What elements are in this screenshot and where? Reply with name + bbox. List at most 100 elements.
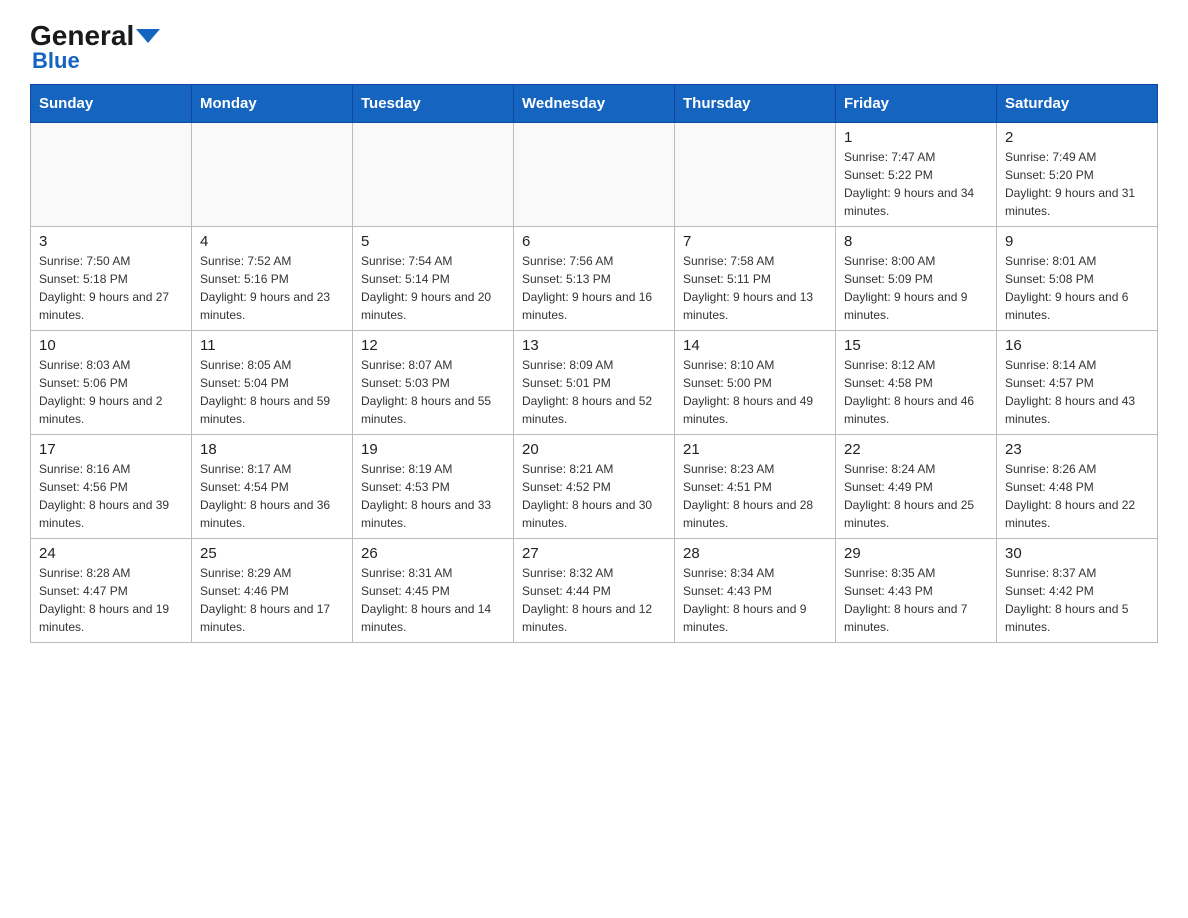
day-info: Sunrise: 8:12 AMSunset: 4:58 PMDaylight:…: [844, 356, 988, 428]
calendar-cell: [192, 123, 353, 227]
day-info: Sunrise: 8:32 AMSunset: 4:44 PMDaylight:…: [522, 564, 666, 636]
calendar-cell: 6 Sunrise: 7:56 AMSunset: 5:13 PMDaylight…: [514, 227, 675, 331]
day-number: 28: [683, 545, 827, 562]
calendar-cell: 24 Sunrise: 8:28 AMSunset: 4:47 PMDayligh…: [31, 539, 192, 643]
day-info: Sunrise: 8:01 AMSunset: 5:08 PMDaylight:…: [1005, 252, 1149, 324]
day-number: 15: [844, 337, 988, 354]
calendar-table: SundayMondayTuesdayWednesdayThursdayFrid…: [30, 84, 1158, 643]
day-info: Sunrise: 8:14 AMSunset: 4:57 PMDaylight:…: [1005, 356, 1149, 428]
day-number: 11: [200, 337, 344, 354]
calendar-cell: 17 Sunrise: 8:16 AMSunset: 4:56 PMDayligh…: [31, 435, 192, 539]
calendar-cell: 18 Sunrise: 8:17 AMSunset: 4:54 PMDayligh…: [192, 435, 353, 539]
day-info: Sunrise: 7:50 AMSunset: 5:18 PMDaylight:…: [39, 252, 183, 324]
day-info: Sunrise: 7:52 AMSunset: 5:16 PMDaylight:…: [200, 252, 344, 324]
day-header-thursday: Thursday: [675, 85, 836, 123]
calendar-cell: 29 Sunrise: 8:35 AMSunset: 4:43 PMDayligh…: [836, 539, 997, 643]
day-info: Sunrise: 8:03 AMSunset: 5:06 PMDaylight:…: [39, 356, 183, 428]
day-number: 22: [844, 441, 988, 458]
day-info: Sunrise: 8:26 AMSunset: 4:48 PMDaylight:…: [1005, 460, 1149, 532]
calendar-cell: 3 Sunrise: 7:50 AMSunset: 5:18 PMDaylight…: [31, 227, 192, 331]
day-number: 21: [683, 441, 827, 458]
day-info: Sunrise: 8:00 AMSunset: 5:09 PMDaylight:…: [844, 252, 988, 324]
day-info: Sunrise: 7:47 AMSunset: 5:22 PMDaylight:…: [844, 148, 988, 220]
logo-triangle-icon: [136, 29, 160, 43]
day-number: 13: [522, 337, 666, 354]
day-info: Sunrise: 8:35 AMSunset: 4:43 PMDaylight:…: [844, 564, 988, 636]
day-info: Sunrise: 8:34 AMSunset: 4:43 PMDaylight:…: [683, 564, 827, 636]
day-info: Sunrise: 8:05 AMSunset: 5:04 PMDaylight:…: [200, 356, 344, 428]
day-header-monday: Monday: [192, 85, 353, 123]
day-number: 27: [522, 545, 666, 562]
day-number: 18: [200, 441, 344, 458]
day-info: Sunrise: 8:24 AMSunset: 4:49 PMDaylight:…: [844, 460, 988, 532]
calendar-cell: 19Sunrise: 8:19 AMSunset: 4:53 PMDayligh…: [353, 435, 514, 539]
day-info: Sunrise: 8:28 AMSunset: 4:47 PMDaylight:…: [39, 564, 183, 636]
day-header-friday: Friday: [836, 85, 997, 123]
calendar-cell: 30 Sunrise: 8:37 AMSunset: 4:42 PMDayligh…: [997, 539, 1158, 643]
day-header-tuesday: Tuesday: [353, 85, 514, 123]
day-number: 17: [39, 441, 183, 458]
day-header-saturday: Saturday: [997, 85, 1158, 123]
day-info: Sunrise: 8:29 AMSunset: 4:46 PMDaylight:…: [200, 564, 344, 636]
page-header: General Blue: [30, 20, 1158, 74]
day-number: 6: [522, 233, 666, 250]
calendar-cell: 1 Sunrise: 7:47 AMSunset: 5:22 PMDaylight…: [836, 123, 997, 227]
day-number: 7: [683, 233, 827, 250]
day-number: 8: [844, 233, 988, 250]
day-number: 25: [200, 545, 344, 562]
calendar-cell: 5 Sunrise: 7:54 AMSunset: 5:14 PMDaylight…: [353, 227, 514, 331]
day-info: Sunrise: 8:17 AMSunset: 4:54 PMDaylight:…: [200, 460, 344, 532]
day-info: Sunrise: 8:16 AMSunset: 4:56 PMDaylight:…: [39, 460, 183, 532]
calendar-cell: [514, 123, 675, 227]
calendar-cell: 10 Sunrise: 8:03 AMSunset: 5:06 PMDayligh…: [31, 331, 192, 435]
day-number: 29: [844, 545, 988, 562]
day-info: Sunrise: 8:09 AMSunset: 5:01 PMDaylight:…: [522, 356, 666, 428]
day-number: 10: [39, 337, 183, 354]
day-number: 30: [1005, 545, 1149, 562]
calendar-cell: 2Sunrise: 7:49 AMSunset: 5:20 PMDaylight…: [997, 123, 1158, 227]
calendar-cell: 9 Sunrise: 8:01 AMSunset: 5:08 PMDaylight…: [997, 227, 1158, 331]
day-number: 4: [200, 233, 344, 250]
day-info: Sunrise: 8:37 AMSunset: 4:42 PMDaylight:…: [1005, 564, 1149, 636]
day-info: Sunrise: 8:23 AMSunset: 4:51 PMDaylight:…: [683, 460, 827, 532]
day-info: Sunrise: 7:54 AMSunset: 5:14 PMDaylight:…: [361, 252, 505, 324]
calendar-cell: 13 Sunrise: 8:09 AMSunset: 5:01 PMDayligh…: [514, 331, 675, 435]
week-row-3: 10 Sunrise: 8:03 AMSunset: 5:06 PMDayligh…: [31, 331, 1158, 435]
day-number: 9: [1005, 233, 1149, 250]
day-info: Sunrise: 8:07 AMSunset: 5:03 PMDaylight:…: [361, 356, 505, 428]
day-info: Sunrise: 8:10 AMSunset: 5:00 PMDaylight:…: [683, 356, 827, 428]
day-number: 5: [361, 233, 505, 250]
day-header-sunday: Sunday: [31, 85, 192, 123]
day-number: 14: [683, 337, 827, 354]
day-info: Sunrise: 7:58 AMSunset: 5:11 PMDaylight:…: [683, 252, 827, 324]
week-row-2: 3 Sunrise: 7:50 AMSunset: 5:18 PMDaylight…: [31, 227, 1158, 331]
day-number: 20: [522, 441, 666, 458]
day-header-wednesday: Wednesday: [514, 85, 675, 123]
calendar-cell: 8 Sunrise: 8:00 AMSunset: 5:09 PMDaylight…: [836, 227, 997, 331]
week-row-4: 17 Sunrise: 8:16 AMSunset: 4:56 PMDayligh…: [31, 435, 1158, 539]
day-number: 3: [39, 233, 183, 250]
day-number: 24: [39, 545, 183, 562]
logo: General Blue: [30, 20, 160, 74]
calendar-cell: [31, 123, 192, 227]
day-info: Sunrise: 8:19 AMSunset: 4:53 PMDaylight:…: [361, 460, 505, 532]
day-info: Sunrise: 7:49 AMSunset: 5:20 PMDaylight:…: [1005, 148, 1149, 220]
week-row-1: 1 Sunrise: 7:47 AMSunset: 5:22 PMDaylight…: [31, 123, 1158, 227]
calendar-cell: 14 Sunrise: 8:10 AMSunset: 5:00 PMDayligh…: [675, 331, 836, 435]
calendar-cell: 20 Sunrise: 8:21 AMSunset: 4:52 PMDayligh…: [514, 435, 675, 539]
day-number: 1: [844, 129, 988, 146]
calendar-cell: [353, 123, 514, 227]
logo-blue: Blue: [32, 48, 80, 74]
calendar-cell: 15 Sunrise: 8:12 AMSunset: 4:58 PMDayligh…: [836, 331, 997, 435]
calendar-cell: 11 Sunrise: 8:05 AMSunset: 5:04 PMDayligh…: [192, 331, 353, 435]
day-number: 23: [1005, 441, 1149, 458]
day-info: Sunrise: 8:21 AMSunset: 4:52 PMDaylight:…: [522, 460, 666, 532]
calendar-cell: 21 Sunrise: 8:23 AMSunset: 4:51 PMDayligh…: [675, 435, 836, 539]
calendar-cell: 22 Sunrise: 8:24 AMSunset: 4:49 PMDayligh…: [836, 435, 997, 539]
day-info: Sunrise: 7:56 AMSunset: 5:13 PMDaylight:…: [522, 252, 666, 324]
calendar-cell: 23 Sunrise: 8:26 AMSunset: 4:48 PMDayligh…: [997, 435, 1158, 539]
calendar-cell: 7 Sunrise: 7:58 AMSunset: 5:11 PMDaylight…: [675, 227, 836, 331]
calendar-cell: 27 Sunrise: 8:32 AMSunset: 4:44 PMDayligh…: [514, 539, 675, 643]
calendar-cell: 12Sunrise: 8:07 AMSunset: 5:03 PMDayligh…: [353, 331, 514, 435]
day-number: 16: [1005, 337, 1149, 354]
